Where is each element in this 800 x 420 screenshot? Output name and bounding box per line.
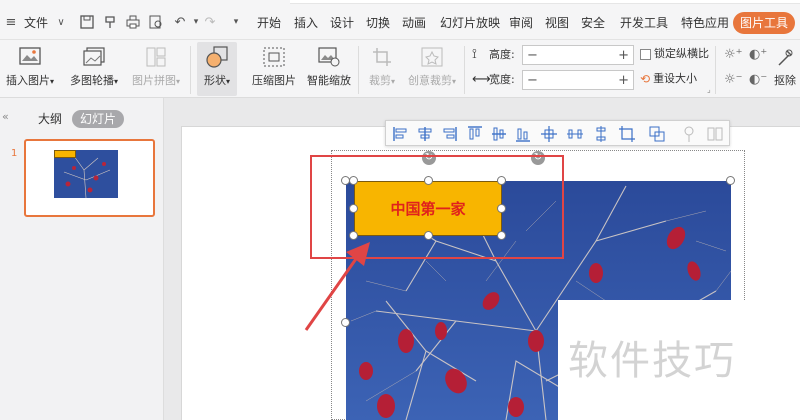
align-right-icon[interactable] bbox=[440, 125, 458, 143]
width-label: 宽度: bbox=[489, 73, 515, 86]
smart-scale-label: 智能缩放 bbox=[307, 74, 351, 87]
height-icon: ⟟ bbox=[472, 47, 477, 62]
reset-size-label: 重设大小 bbox=[653, 72, 698, 85]
plus-icon[interactable]: + bbox=[618, 73, 629, 88]
width-stepper[interactable]: − + bbox=[522, 70, 634, 90]
split-icon[interactable] bbox=[706, 125, 724, 143]
align-slide-center-icon[interactable] bbox=[540, 125, 558, 143]
menu-security[interactable]: 安全 bbox=[581, 14, 605, 32]
pin-icon[interactable] bbox=[680, 125, 698, 143]
picture-collage-label: 图片拼图 bbox=[131, 74, 176, 87]
minus-icon[interactable]: − bbox=[527, 48, 538, 63]
menu-transitions[interactable]: 切换 bbox=[366, 14, 390, 32]
menu-home[interactable]: 开始 bbox=[257, 14, 281, 32]
collapse-panel-icon[interactable]: « bbox=[2, 110, 9, 123]
annotation-arrow-icon bbox=[304, 242, 370, 331]
tab-outline[interactable]: 大纲 bbox=[34, 110, 66, 128]
remove-bg-icon bbox=[772, 44, 798, 70]
slide-number: 1 bbox=[11, 148, 18, 159]
smart-scale-icon bbox=[316, 44, 342, 70]
contrast-up-icon[interactable]: ◐⁺ bbox=[749, 46, 767, 64]
separator bbox=[715, 46, 716, 94]
insert-picture-label: 插入图片 bbox=[5, 74, 50, 87]
compress-picture-button[interactable]: 压缩图片 bbox=[248, 42, 300, 96]
height-label: 高度: bbox=[489, 48, 515, 61]
compress-icon bbox=[261, 44, 287, 70]
creative-crop-icon bbox=[419, 44, 445, 70]
shape-button[interactable]: 形状▾ bbox=[197, 42, 237, 96]
plus-icon[interactable]: + bbox=[618, 48, 629, 63]
distribute-vertical-icon[interactable] bbox=[592, 125, 610, 143]
ribbon-toolbar: 插入图片▾ 多图轮播▾ 图片拼图▾ 形状▾ 压缩图片 智能缩放 裁剪▾ 创意裁剪… bbox=[0, 40, 800, 98]
save-icon[interactable] bbox=[78, 13, 96, 31]
print-preview-icon[interactable] bbox=[147, 13, 165, 31]
tab-picture-tools[interactable]: 图片工具 bbox=[733, 12, 795, 34]
menu-design[interactable]: 设计 bbox=[330, 14, 354, 32]
align-middle-icon[interactable] bbox=[490, 125, 508, 143]
multi-carousel-button[interactable]: 多图轮播▾ bbox=[64, 42, 124, 96]
redo-icon[interactable]: ↷ bbox=[201, 13, 219, 31]
align-center-icon[interactable] bbox=[416, 125, 434, 143]
app-menu-icon[interactable]: ≡ bbox=[4, 13, 18, 31]
creative-crop-label: 创意裁剪 bbox=[407, 74, 452, 87]
carousel-icon bbox=[81, 44, 107, 70]
menu-animations[interactable]: 动画 bbox=[402, 14, 426, 32]
multi-carousel-label: 多图轮播 bbox=[69, 74, 114, 87]
brightness-down-icon[interactable]: ☼⁻ bbox=[724, 71, 743, 89]
dialog-launcher-icon[interactable]: ⌟ bbox=[707, 85, 711, 94]
watermark-text: 软件技巧 bbox=[568, 338, 736, 384]
remove-background-button[interactable]: 抠除 bbox=[770, 42, 800, 96]
format-painter-icon[interactable] bbox=[101, 13, 119, 31]
reset-icon: ⟲ bbox=[640, 72, 651, 86]
menu-insert[interactable]: 插入 bbox=[294, 14, 318, 32]
smart-scale-button[interactable]: 智能缩放 bbox=[304, 42, 354, 96]
menu-file[interactable]: 文件 bbox=[24, 14, 48, 32]
alignment-toolbar bbox=[385, 120, 730, 146]
menu-view[interactable]: 视图 bbox=[545, 14, 569, 32]
distribute-horizontal-icon[interactable] bbox=[566, 125, 584, 143]
separator bbox=[190, 46, 191, 94]
menu-features[interactable]: 特色应用 bbox=[681, 14, 729, 32]
crop-to-fit-icon[interactable] bbox=[618, 125, 636, 143]
align-top-icon[interactable] bbox=[466, 125, 484, 143]
lock-ratio-checkbox[interactable]: 锁定纵横比 bbox=[640, 45, 709, 63]
minus-icon[interactable]: − bbox=[527, 73, 538, 88]
picture-icon bbox=[17, 44, 43, 70]
chevron-down-icon[interactable]: ∨ bbox=[52, 13, 70, 31]
shape-icon bbox=[204, 44, 230, 70]
picture-collage-button[interactable]: 图片拼图▾ bbox=[128, 42, 184, 96]
slide-thumbnail[interactable] bbox=[24, 139, 155, 217]
collage-icon bbox=[143, 44, 169, 70]
shape-label: 形状 bbox=[203, 74, 226, 87]
tab-slides[interactable]: 幻灯片 bbox=[72, 110, 124, 128]
crop-label: 裁剪 bbox=[368, 74, 391, 87]
crop-icon bbox=[369, 44, 395, 70]
separator bbox=[358, 46, 359, 94]
align-bottom-icon[interactable] bbox=[514, 125, 532, 143]
separator bbox=[464, 46, 465, 94]
crop-button[interactable]: 裁剪▾ bbox=[364, 42, 400, 96]
width-icon: ⟷ bbox=[472, 72, 491, 87]
menu-slideshow[interactable]: 幻灯片放映 bbox=[440, 14, 500, 32]
height-stepper[interactable]: − + bbox=[522, 45, 634, 65]
checkbox-icon[interactable] bbox=[640, 48, 651, 60]
brightness-up-icon[interactable]: ☼⁺ bbox=[724, 46, 743, 64]
thumbnail-shape bbox=[54, 150, 76, 158]
title-strip bbox=[290, 0, 800, 4]
compress-picture-label: 压缩图片 bbox=[252, 74, 296, 87]
group-icon[interactable] bbox=[648, 125, 666, 143]
menu-review[interactable]: 审阅 bbox=[509, 14, 533, 32]
remove-bg-label: 抠除 bbox=[774, 74, 796, 87]
print-icon[interactable] bbox=[124, 13, 142, 31]
lock-ratio-label: 锁定纵横比 bbox=[654, 47, 709, 60]
contrast-down-icon[interactable]: ◐⁻ bbox=[749, 71, 767, 89]
menu-developer[interactable]: 开发工具 bbox=[620, 14, 668, 32]
more-icon[interactable]: ▾ bbox=[227, 13, 245, 31]
align-left-icon[interactable] bbox=[392, 125, 410, 143]
insert-picture-button[interactable]: 插入图片▾ bbox=[2, 42, 58, 96]
resize-handle[interactable] bbox=[726, 176, 735, 185]
reset-size-button[interactable]: ⟲ 重设大小 bbox=[640, 70, 697, 88]
menu-bar: ≡ 文件 ∨ ↶ ▾ ↷ ▾ 开始 插入 设计 切换 动画 幻灯片放映 审阅 视… bbox=[0, 0, 800, 40]
creative-crop-button[interactable]: 创意裁剪▾ bbox=[404, 42, 460, 96]
